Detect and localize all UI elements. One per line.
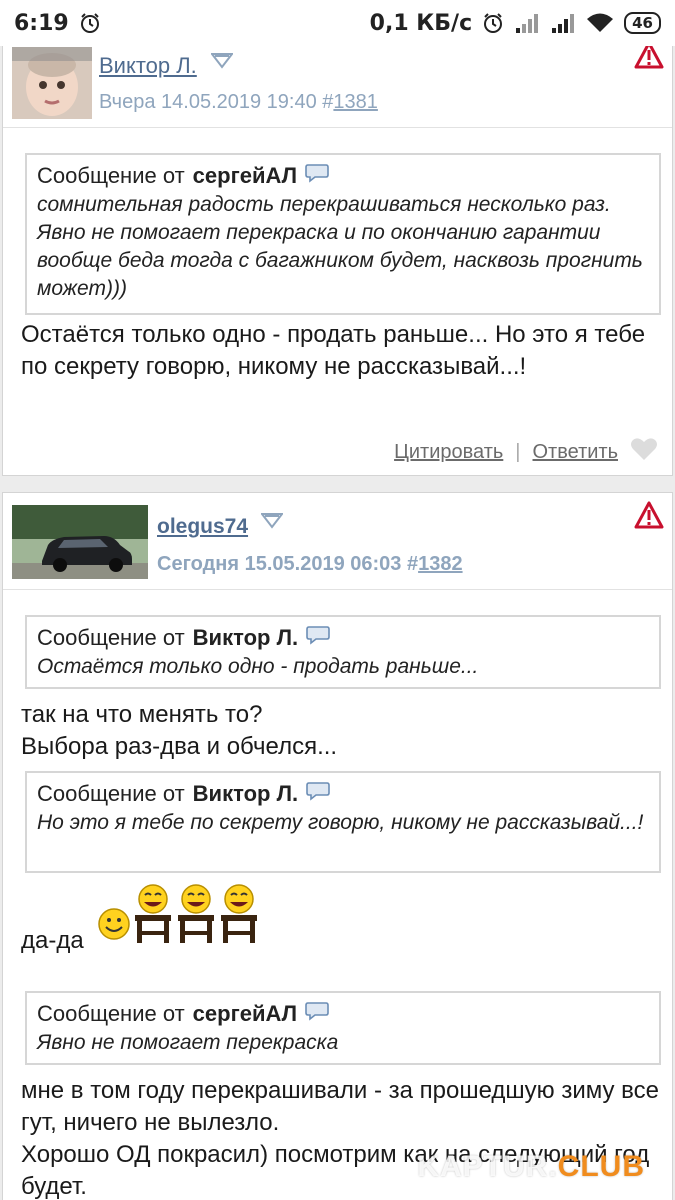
smiley-icon [97,907,131,946]
post-date-text: Вчера 14.05.2019 19:40 # [99,91,334,113]
alarm-icon [79,12,101,34]
user-menu-icon[interactable] [259,513,285,534]
avatar[interactable] [12,47,92,119]
report-warning-icon[interactable] [634,501,664,534]
network-speed: 0,1 КБ/с [369,10,473,36]
quote-author: сергейАЛ [192,163,298,188]
status-bar: 6:19 0,1 КБ/с 46 [0,0,675,46]
post-number-link[interactable]: 1382 [418,553,463,575]
actions-separator: | [515,440,521,463]
quote-block: Сообщение от сергейАЛ Явно не помогает п… [25,991,661,1065]
view-post-icon[interactable] [305,1001,329,1027]
quote-header: Сообщение от Виктор Л. [37,625,649,651]
post-date-text: Сегодня 15.05.2019 06:03 # [157,553,419,575]
post-header: Виктор Л. Вчера 14.05.2019 19:40 #1381 С… [3,21,672,475]
like-heart-icon[interactable] [630,437,658,467]
user-menu-icon[interactable] [209,53,235,74]
forum-post: Виктор Л. Вчера 14.05.2019 19:40 #1381 С… [2,20,673,476]
status-time: 6:19 [14,10,69,36]
watermark-club: CLUB [557,1150,645,1183]
post-actions: Цитировать | Ответить [394,437,658,467]
status-right: 0,1 КБ/с 46 [370,11,661,36]
watermark-text: KAPTUR. [417,1150,558,1183]
quote-button[interactable]: Цитировать [394,441,503,464]
post-message-line: так на что менять то? [21,701,263,728]
post-number-link[interactable]: 1381 [333,91,378,113]
forum-post: olegus74 Сегодня 15.05.2019 06:03 #1382 … [2,492,673,1200]
quote-text: Явно не помогает перекраска [37,1031,339,1054]
post-divider [3,127,672,128]
quote-block: Сообщение от сергейАЛ сомнительная радос… [25,153,661,315]
post-message-line: Выбора раз-два и обчелся... [21,733,338,760]
laughing-audience-icon [131,881,261,950]
quote-prefix: Сообщение от [37,781,185,806]
post-header: olegus74 Сегодня 15.05.2019 06:03 #1382 … [3,493,672,1200]
quote-header: Сообщение от сергейАЛ [37,1001,649,1027]
alarm-icon [482,12,504,34]
post-date: Сегодня 15.05.2019 06:03 #1382 [157,553,463,576]
quote-author: сергейАЛ [192,1001,298,1026]
avatar[interactable] [12,505,148,579]
quote-author: Виктор Л. [192,625,299,650]
view-post-icon[interactable] [306,625,330,651]
signal-icon [514,12,540,34]
reply-button[interactable]: Ответить [533,441,619,464]
post-author-link[interactable]: Виктор Л. [99,53,197,79]
quote-text: Остаётся только одно - продать раньше... [37,655,479,678]
post-message-line: мне в том году перекрашивали - за прошед… [21,1077,659,1136]
post-author-link[interactable]: olegus74 [157,515,248,539]
quote-header: Сообщение от Виктор Л. [37,781,649,807]
site-watermark: KAPTUR.CLUB [417,1150,645,1184]
quote-author: Виктор Л. [192,781,299,806]
signal-icon [550,12,576,34]
post-date: Вчера 14.05.2019 19:40 #1381 [99,91,378,114]
wifi-icon [586,12,614,34]
quote-text: Но это я тебе по секрету говорю, никому … [37,811,644,834]
post-message: Остаётся только одно - продать раньше...… [21,321,646,380]
quote-block: Сообщение от Виктор Л. Остаётся только о… [25,615,661,689]
battery-icon: 46 [624,12,661,34]
quote-text: сомнительная радость перекрашиваться нес… [37,193,643,300]
quote-prefix: Сообщение от [37,625,185,650]
quote-prefix: Сообщение от [37,163,185,188]
view-post-icon[interactable] [305,163,329,189]
view-post-icon[interactable] [306,781,330,807]
quote-block: Сообщение от Виктор Л. Но это я тебе по … [25,771,661,873]
quote-prefix: Сообщение от [37,1001,185,1026]
post-divider [3,589,672,590]
quote-header: Сообщение от сергейАЛ [37,163,649,189]
